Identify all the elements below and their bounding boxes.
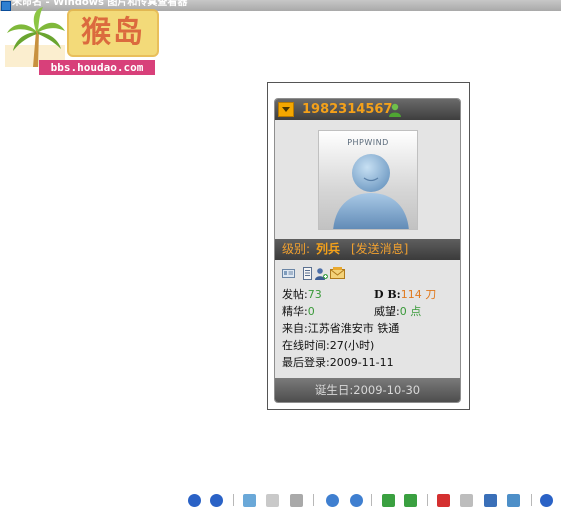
help-icon[interactable]: [540, 494, 553, 507]
db-row: D B:114 刀: [374, 287, 436, 303]
palm-tree-icon: [5, 7, 65, 67]
profile-card-frame: 1982314567 PHPWIND 级别: 列兵 [发送消息] 发帖:73 D…: [267, 82, 470, 410]
zoom-out-icon[interactable]: [350, 494, 363, 507]
rank-value: 列兵: [316, 242, 341, 256]
default-avatar-icon: [333, 154, 409, 229]
save-icon[interactable]: [484, 494, 497, 507]
online-user-icon: [389, 103, 401, 117]
email-icon[interactable]: [330, 265, 345, 279]
collapse-arrow-icon[interactable]: [278, 102, 294, 117]
rotate-counterclockwise-icon[interactable]: [404, 494, 417, 507]
rotate-clockwise-icon[interactable]: [382, 494, 395, 507]
elite-value: 0: [307, 305, 315, 318]
slideshow-icon[interactable]: [290, 494, 303, 507]
toolbar-separator: [233, 494, 234, 506]
db-value: 114 刀: [400, 288, 437, 301]
edit-icon[interactable]: [507, 494, 520, 507]
next-icon[interactable]: [210, 494, 223, 507]
actual-size-icon[interactable]: [266, 494, 279, 507]
toolbar-separator: [313, 494, 314, 506]
avatar: PHPWIND: [318, 130, 418, 230]
viewer-toolbar: [180, 492, 561, 507]
previous-icon[interactable]: [188, 494, 201, 507]
posts-value: 73: [307, 288, 322, 301]
document-icon[interactable]: [301, 265, 314, 280]
posts-row: 发帖:73: [282, 287, 322, 303]
profile-card: 1982314567 PHPWIND 级别: 列兵 [发送消息] 发帖:73 D…: [274, 98, 461, 403]
elite-row: 精华:0: [282, 304, 315, 320]
toolbar-separator: [427, 494, 428, 506]
prestige-value: 0 点: [399, 305, 422, 318]
elite-label: 精华:: [282, 305, 308, 318]
watermark-brand: 猴岛: [67, 9, 159, 57]
online-time: 在线时间:27(小时): [282, 339, 375, 352]
posts-label: 发帖:: [282, 288, 308, 301]
send-message-link[interactable]: [发送消息]: [351, 239, 408, 260]
toolbar-separator: [531, 494, 532, 506]
birthday-footer: 诞生日:2009-10-30: [275, 378, 460, 402]
zoom-in-icon[interactable]: [326, 494, 339, 507]
from-location: 来自:江苏省淮安市 铁通: [282, 322, 400, 335]
toolbar-separator: [371, 494, 372, 506]
profile-header: 1982314567: [275, 99, 460, 120]
prestige-label: 威望:: [374, 305, 400, 318]
user-id[interactable]: 1982314567: [302, 99, 392, 120]
rank-bar: 级别: 列兵 [发送消息]: [275, 239, 460, 260]
rank-label: 级别:: [282, 242, 311, 256]
profile-card-icon[interactable]: [282, 265, 295, 278]
watermark-url: bbs.houdao.com: [39, 60, 155, 75]
db-label: D B:: [374, 288, 401, 301]
add-friend-icon[interactable]: [315, 265, 328, 280]
watermark-logo: 猴岛 bbs.houdao.com: [5, 7, 159, 75]
print-icon[interactable]: [460, 494, 473, 507]
best-fit-icon[interactable]: [243, 494, 256, 507]
last-login: 最后登录:2009-11-11: [282, 356, 394, 369]
prestige-row: 威望:0 点: [374, 304, 421, 320]
delete-icon[interactable]: [437, 494, 450, 507]
